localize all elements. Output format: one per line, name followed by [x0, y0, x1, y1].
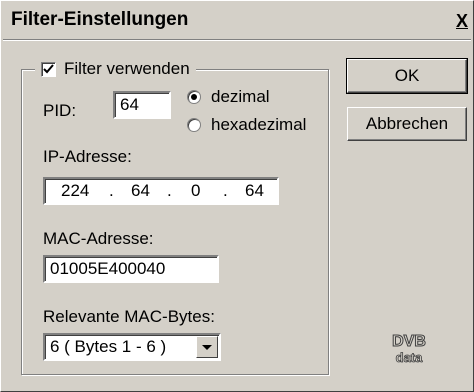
title-separator — [3, 39, 471, 41]
radio-dezimal-label: dezimal — [211, 87, 270, 106]
dialog-window: Filter-Einstellungen X Filter verwenden … — [0, 0, 474, 392]
ip-separator: . — [109, 181, 114, 200]
radio-dezimal[interactable]: dezimal — [187, 87, 270, 107]
radio-hexadezimal[interactable]: hexadezimal — [187, 115, 306, 135]
pid-label: PID: — [43, 101, 77, 120]
dvb-data-logo: DVB data — [392, 333, 427, 366]
ip-octet-2[interactable]: 64 — [131, 181, 150, 201]
title-bar: Filter-Einstellungen X — [3, 3, 471, 39]
checkbox-box[interactable] — [41, 61, 56, 77]
mac-value: 01005E400040 — [50, 259, 166, 278]
mac-bytes-label: Relevante MAC-Bytes: — [43, 307, 215, 326]
filter-enable-label: Filter verwenden — [64, 59, 190, 78]
cancel-button[interactable]: Abbrechen — [347, 107, 467, 141]
mac-label: MAC-Adresse: — [43, 229, 154, 248]
pid-input[interactable]: 64 — [113, 91, 171, 119]
ip-separator: . — [167, 181, 172, 200]
radio-hexadezimal-circle[interactable] — [187, 118, 201, 132]
ip-octet-3[interactable]: 0 — [191, 181, 200, 201]
logo-bottom-text: data — [396, 350, 424, 365]
checkmark-icon — [43, 63, 54, 73]
logo-top-text: DVB — [392, 333, 426, 350]
window-title: Filter-Einstellungen — [11, 9, 189, 30]
ip-address-input[interactable]: 224 . 64 . 0 . 64 — [43, 177, 279, 205]
pid-value: 64 — [120, 95, 139, 114]
dropdown-button[interactable] — [196, 336, 218, 358]
ip-separator: . — [223, 181, 228, 200]
mac-address-input[interactable]: 01005E400040 — [43, 255, 219, 283]
mac-bytes-selected: 6 ( Bytes 1 - 6 ) — [50, 337, 167, 356]
filter-enable-checkbox[interactable]: Filter verwenden — [35, 57, 196, 81]
radio-dezimal-circle[interactable] — [187, 90, 201, 104]
ip-octet-1[interactable]: 224 — [61, 181, 89, 201]
ip-octet-4[interactable]: 64 — [245, 181, 264, 201]
ip-label: IP-Adresse: — [43, 147, 132, 166]
mac-bytes-select[interactable]: 6 ( Bytes 1 - 6 ) — [43, 333, 221, 361]
ok-button[interactable]: OK — [346, 58, 468, 94]
radio-hexadezimal-label: hexadezimal — [211, 115, 307, 134]
chevron-down-icon — [202, 345, 212, 350]
radio-selected-dot — [191, 94, 197, 100]
close-button[interactable]: X — [451, 11, 473, 33]
